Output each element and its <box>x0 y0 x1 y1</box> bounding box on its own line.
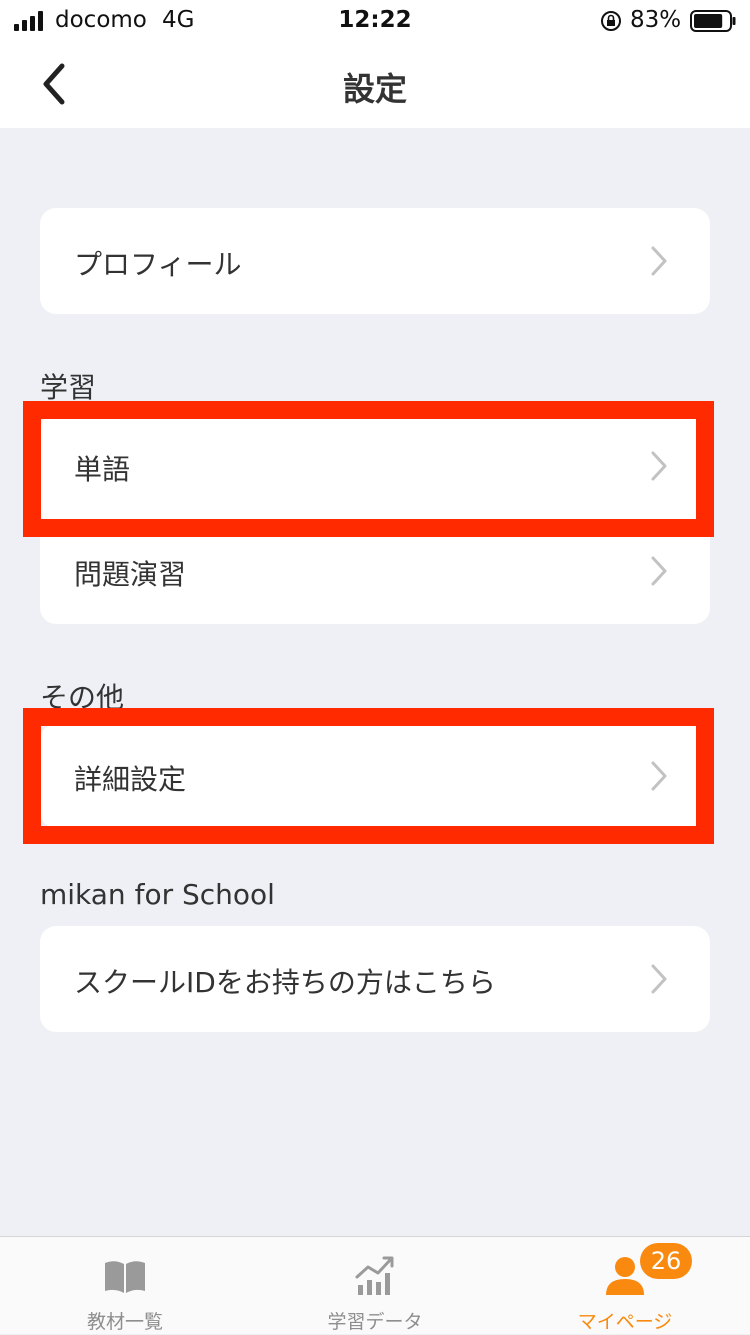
highlight-box <box>23 401 714 537</box>
list-item-label: スクールIDをお持ちの方はこちら <box>74 966 496 999</box>
chevron-right-icon <box>651 964 667 994</box>
school-card: スクールIDをお持ちの方はこちら <box>40 926 710 1032</box>
section-header-study: 学習 <box>40 371 97 404</box>
battery-icon <box>690 10 736 32</box>
tab-my-page[interactable]: マイページ <box>500 1237 750 1335</box>
profile-label: プロフィール <box>74 248 242 281</box>
rotation-lock-icon <box>601 11 621 31</box>
tab-bar: 教材一覧 学習データ マイページ <box>0 1236 750 1334</box>
profile-row[interactable]: プロフィール <box>40 209 710 313</box>
nav-bar: 設定 <box>0 42 750 128</box>
page-title: 設定 <box>342 70 407 108</box>
tab-study-data[interactable]: 学習データ <box>250 1237 500 1335</box>
chevron-right-icon <box>651 246 667 276</box>
tab-materials[interactable]: 教材一覧 <box>0 1237 250 1335</box>
list-item-school-id[interactable]: スクールIDをお持ちの方はこちら <box>40 927 710 1031</box>
tab-label: マイページ <box>577 1311 673 1333</box>
notification-badge: 26 <box>640 1243 692 1279</box>
status-bar: docomo 4G 12:22 83% <box>0 0 750 42</box>
profile-card: プロフィール <box>40 208 710 314</box>
list-item-label: 問題演習 <box>74 558 187 591</box>
highlight-box <box>23 708 714 844</box>
tab-label: 学習データ <box>327 1311 423 1333</box>
tab-label: 教材一覧 <box>86 1311 163 1333</box>
battery-percent: 83% <box>630 7 682 33</box>
book-icon <box>105 1261 145 1293</box>
section-header-school: mikan for School <box>40 878 275 911</box>
chart-icon <box>355 1256 394 1295</box>
chevron-right-icon <box>651 556 667 586</box>
